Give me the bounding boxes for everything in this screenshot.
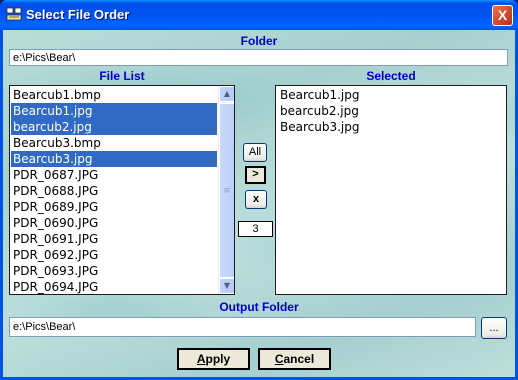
output-folder-label: Output Folder xyxy=(219,300,299,314)
apply-label: pply xyxy=(205,352,231,366)
file-list-item[interactable]: PDR_0688.JPG xyxy=(11,183,217,199)
folder-field[interactable]: e:\Pics\Bear\ xyxy=(9,49,508,66)
file-list-item[interactable]: Bearcub1.bmp xyxy=(11,87,217,103)
file-list-item[interactable]: PDR_0692.JPG xyxy=(11,247,217,263)
apply-button[interactable]: Apply xyxy=(177,348,250,370)
add-all-button[interactable]: All xyxy=(243,143,267,162)
file-list-item[interactable]: Bearcub1.jpg xyxy=(11,103,217,119)
scroll-thumb[interactable]: ≡ xyxy=(219,103,234,278)
selected-list-item[interactable]: bearcub2.jpg xyxy=(278,103,504,119)
selected-list-item[interactable]: Bearcub3.jpg xyxy=(278,119,504,135)
cancel-label: ancel xyxy=(283,352,315,366)
file-list-label: File List xyxy=(99,69,145,83)
title-bar: Select File Order X xyxy=(0,0,518,30)
output-folder-field[interactable]: e:\Pics\Bear\ xyxy=(9,317,476,337)
file-list-item[interactable]: bearcub2.jpg xyxy=(11,119,217,135)
folder-list-icon xyxy=(6,7,22,21)
cancel-button[interactable]: Cancel xyxy=(258,348,331,370)
add-selected-button[interactable]: > xyxy=(245,166,266,184)
file-list-item[interactable]: PDR_0694.JPG xyxy=(11,279,217,294)
browse-output-button[interactable]: ... xyxy=(481,317,507,339)
chevron-up-icon: ▲ xyxy=(223,89,231,98)
window-title: Select File Order xyxy=(26,7,130,22)
select-file-order-dialog: Select File Order X Folder e:\Pics\Bear\… xyxy=(0,0,518,380)
file-list[interactable]: Bearcub1.bmp Bearcub1.jpg bearcub2.jpg Bear… xyxy=(9,85,235,295)
arrow-right-icon: > xyxy=(252,168,259,180)
file-list-item[interactable]: PDR_0693.JPG xyxy=(11,263,217,279)
remove-icon: x xyxy=(252,193,260,205)
file-list-items: Bearcub1.bmp Bearcub1.jpg bearcub2.jpg Bear… xyxy=(11,87,217,294)
dialog-body: Folder e:\Pics\Bear\ File List Bearcub1.… xyxy=(3,30,515,377)
file-list-item[interactable]: PDR_0689.JPG xyxy=(11,199,217,215)
grip-icon: ≡ xyxy=(223,186,231,196)
file-list-scrollbar[interactable]: ▲ ≡ ▼ xyxy=(218,86,234,294)
chevron-down-icon: ▼ xyxy=(223,281,231,290)
selected-count: 3 xyxy=(238,221,273,237)
selected-list[interactable]: Bearcub1.jpg bearcub2.jpg Bearcub3.jpg xyxy=(275,85,507,295)
file-list-item[interactable]: PDR_0691.JPG xyxy=(11,231,217,247)
selected-list-items: Bearcub1.jpg bearcub2.jpg Bearcub3.jpg xyxy=(278,87,504,135)
selected-label: Selected xyxy=(366,69,416,83)
scroll-down-button[interactable]: ▼ xyxy=(219,278,234,294)
file-list-item[interactable]: Bearcub3.jpg xyxy=(11,151,217,167)
apply-accelerator: A xyxy=(196,352,206,366)
file-list-item[interactable]: Bearcub3.bmp xyxy=(11,135,217,151)
close-icon: X xyxy=(497,7,508,23)
folder-label: Folder xyxy=(240,34,278,48)
remove-button[interactable]: x xyxy=(245,190,267,209)
file-list-item[interactable]: PDR_0690.JPG xyxy=(11,215,217,231)
close-button[interactable]: X xyxy=(492,5,513,26)
file-list-item[interactable]: PDR_0687.JPG xyxy=(11,167,217,183)
scroll-up-button[interactable]: ▲ xyxy=(219,86,234,102)
selected-list-item[interactable]: Bearcub1.jpg xyxy=(278,87,504,103)
